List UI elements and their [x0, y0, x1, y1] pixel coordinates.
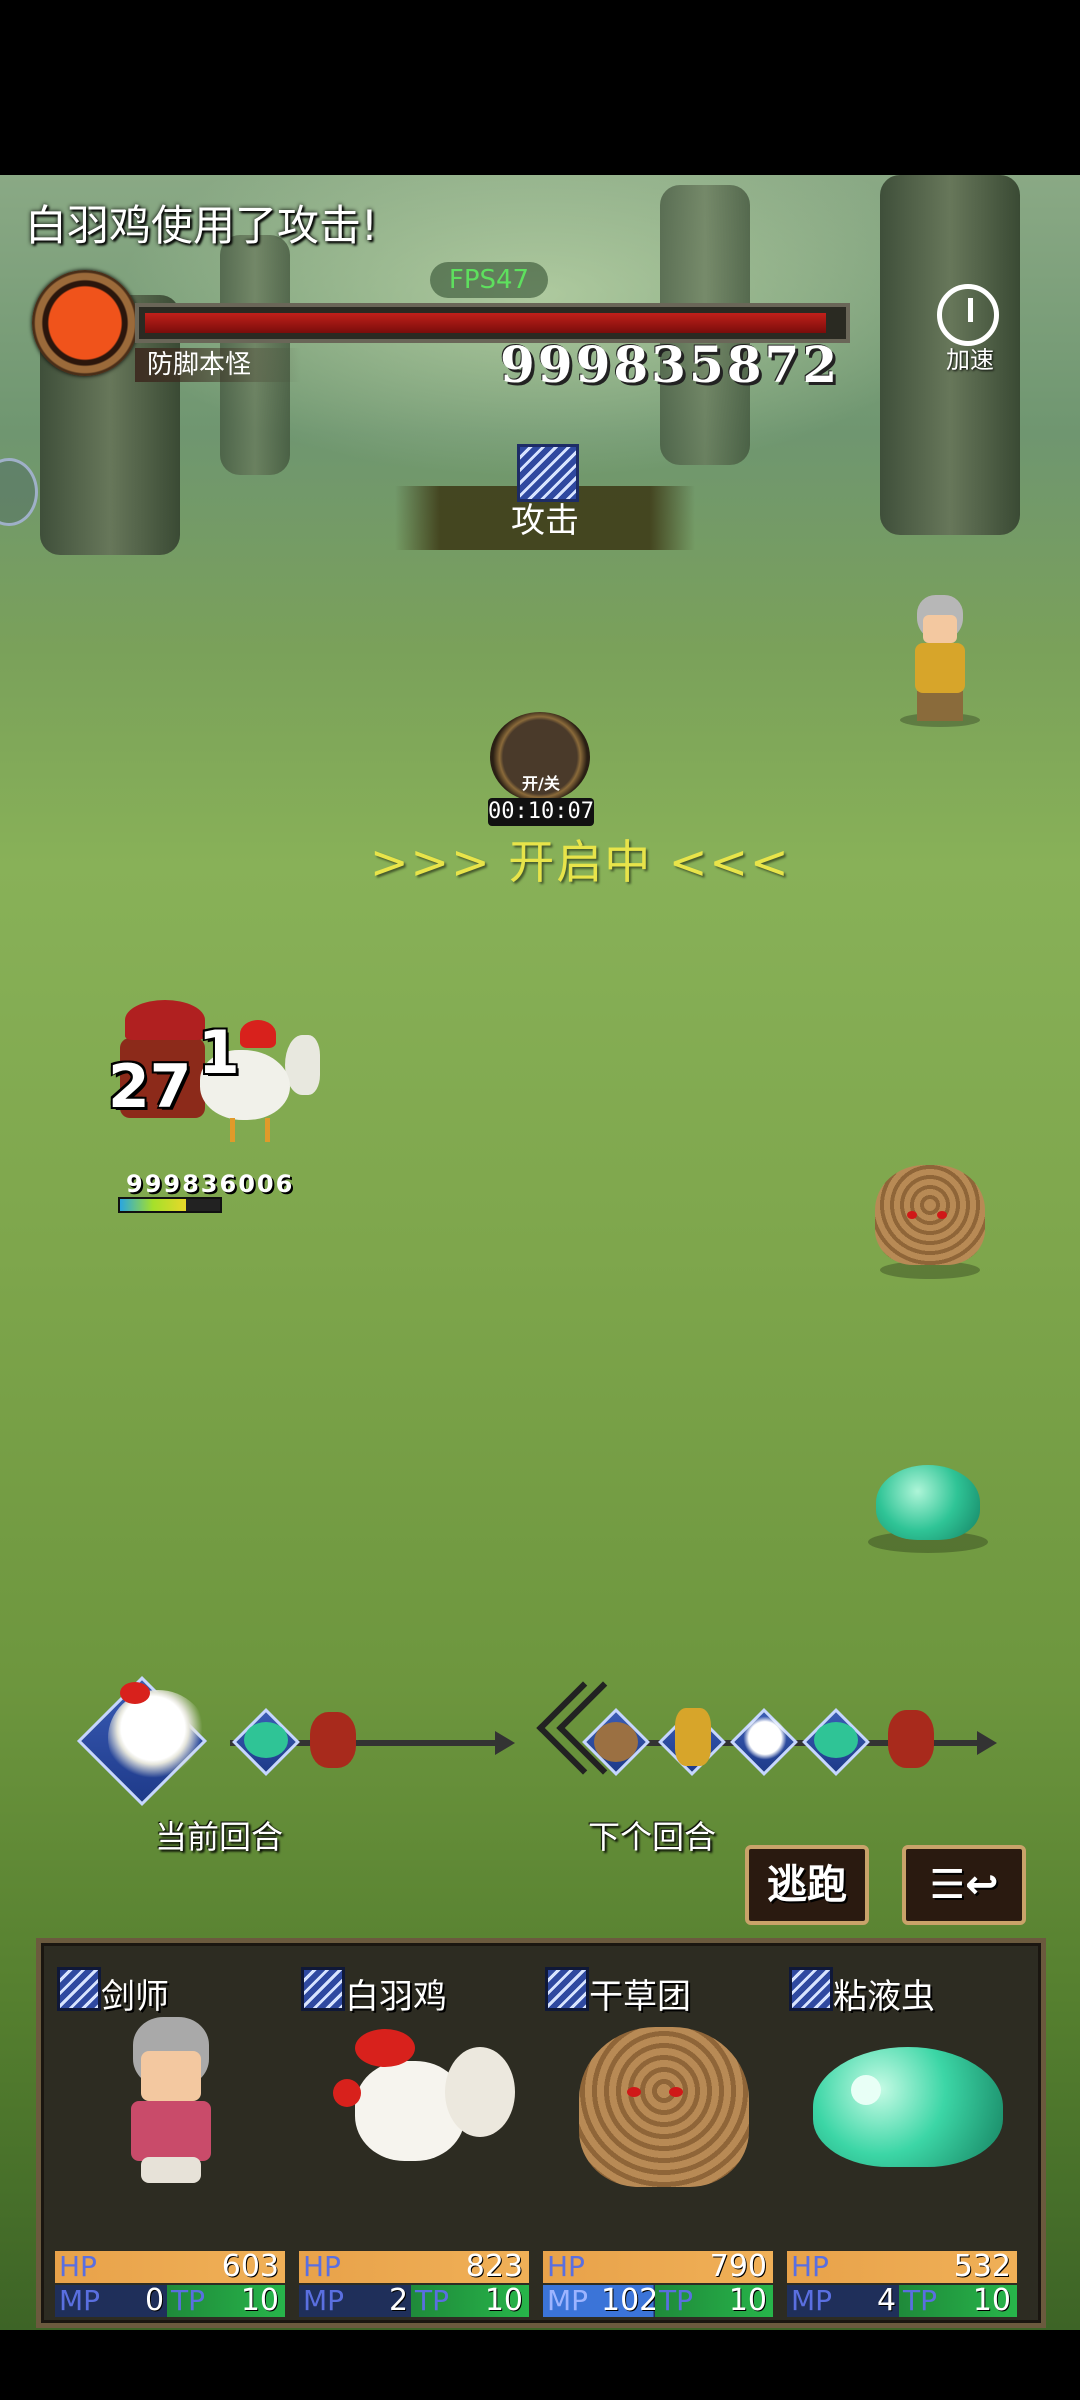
hp-label: HP	[791, 2250, 829, 2283]
slime-turn-icon	[814, 1722, 858, 1758]
tp-label: TP	[171, 2284, 205, 2317]
tp-value: 10	[240, 2283, 279, 2318]
hp-bar: HP 790	[543, 2251, 773, 2283]
mp-label: MP	[303, 2284, 345, 2317]
target-hp-fill	[120, 1199, 186, 1211]
tp-label: TP	[659, 2284, 693, 2317]
haystack-sprite	[875, 1165, 985, 1280]
rooster-turn-icon	[740, 1712, 790, 1764]
next-round-label: 下个回合	[588, 1818, 717, 1856]
rooster-turn-icon	[108, 1690, 208, 1786]
mage-turn-icon	[310, 1712, 356, 1768]
mp-label: MP	[791, 2284, 833, 2317]
slash-skill-icon	[789, 1967, 833, 2011]
boss-name: 防脚本怪	[135, 348, 302, 382]
current-round-label: 当前回合	[155, 1818, 284, 1856]
hp-label: HP	[547, 2250, 585, 2283]
damage-number: 27	[108, 1052, 192, 1122]
damage-number: 1	[198, 1018, 240, 1088]
mp-tp-bar: MP 2 TP 10	[299, 2285, 529, 2317]
slash-skill-icon	[57, 1967, 101, 2011]
hp-label: HP	[59, 2250, 97, 2283]
party-member-name: 剑师	[101, 1977, 169, 2017]
hp-bar: HP 823	[299, 2251, 529, 2283]
slash-skill-icon	[301, 1967, 345, 2011]
tp-value: 10	[484, 2283, 523, 2318]
mp-value: 4	[877, 2283, 897, 2318]
hp-value: 603	[221, 2249, 279, 2284]
tp-label: TP	[415, 2284, 449, 2317]
hp-label: HP	[303, 2250, 341, 2283]
swordsman-sprite	[895, 595, 985, 727]
slash-skill-icon	[517, 444, 579, 502]
mp-tp-bar: MP 4 TP 10	[787, 2285, 1017, 2317]
hp-value: 823	[465, 2249, 523, 2284]
event-toggle-label: 开/关	[522, 774, 560, 793]
event-timer: 00:10:07	[488, 798, 594, 826]
hp-value: 790	[709, 2249, 767, 2284]
mp-label: MP	[547, 2284, 589, 2317]
boss-portrait	[32, 270, 138, 376]
rooster-portrait	[315, 2017, 515, 2187]
party-member-name: 干草团	[589, 1977, 691, 2017]
haystack-portrait	[559, 2017, 759, 2187]
slime-portrait	[803, 2017, 1003, 2187]
slash-skill-icon	[545, 1967, 589, 2011]
swordsman-portrait	[71, 2017, 271, 2187]
party-slot-swordsman[interactable]: 剑师 HP 603 MP 0 TP 10	[51, 1951, 291, 2323]
tp-value: 10	[972, 2283, 1011, 2318]
event-status-text: >>> 开启中 <<<	[370, 835, 791, 889]
mp-tp-bar: MP 102 TP 10	[543, 2285, 773, 2317]
boss-hp-value: 999835872	[500, 335, 841, 394]
hp-bar: HP 603	[55, 2251, 285, 2283]
turn-arrow-icon	[977, 1731, 997, 1755]
slime-sprite	[868, 1435, 988, 1555]
fps-counter: FPS47	[430, 262, 548, 298]
tp-box: TP 10	[167, 2285, 285, 2317]
party-slot-haystack[interactable]: 干草团 HP 790 MP 102 TP 10	[539, 1951, 779, 2323]
target-hp-value: 999836006	[126, 1170, 295, 1198]
list-toggle-icon: ☰↩	[929, 1862, 999, 1908]
hp-value: 532	[953, 2249, 1011, 2284]
tp-value: 10	[728, 2283, 767, 2318]
mp-value: 0	[145, 2283, 165, 2318]
party-slot-slime[interactable]: 粘液虫 HP 532 MP 4 TP 10	[783, 1951, 1023, 2323]
party-member-name: 粘液虫	[833, 1977, 935, 2017]
speed-up-label: 加速	[946, 346, 994, 374]
hp-bar: HP 532	[787, 2251, 1017, 2283]
tp-box: TP 10	[899, 2285, 1017, 2317]
mp-tp-bar: MP 0 TP 10	[55, 2285, 285, 2317]
flee-button[interactable]: 逃跑	[745, 1845, 869, 1925]
turn-arrow-icon	[495, 1731, 515, 1755]
battle-log-text: 白羽鸡使用了攻击!	[25, 201, 378, 250]
boss-hp-fill	[145, 313, 826, 333]
speed-up-button[interactable]: 加速	[925, 282, 1015, 374]
mp-label: MP	[59, 2284, 101, 2317]
mp-value: 2	[389, 2283, 409, 2318]
mp-value: 102	[601, 2283, 659, 2318]
party-member-name: 白羽鸡	[345, 1977, 447, 2017]
stopwatch-icon	[937, 284, 999, 346]
party-panel: 剑师 HP 603 MP 0 TP 10 白羽鸡 HP 823 MP 2 TP …	[36, 1938, 1046, 2328]
tp-box: TP 10	[655, 2285, 773, 2317]
tp-label: TP	[903, 2284, 937, 2317]
target-hp-bar	[118, 1197, 222, 1213]
menu-toggle-button[interactable]: ☰↩	[902, 1845, 1026, 1925]
mage-turn-icon	[888, 1710, 934, 1768]
haystack-turn-icon	[594, 1722, 638, 1762]
party-slot-rooster[interactable]: 白羽鸡 HP 823 MP 2 TP 10	[295, 1951, 535, 2323]
tp-box: TP 10	[411, 2285, 529, 2317]
slime-turn-icon	[244, 1722, 288, 1758]
rooster-comb-icon	[120, 1682, 150, 1704]
swordsman-turn-icon	[675, 1708, 711, 1766]
